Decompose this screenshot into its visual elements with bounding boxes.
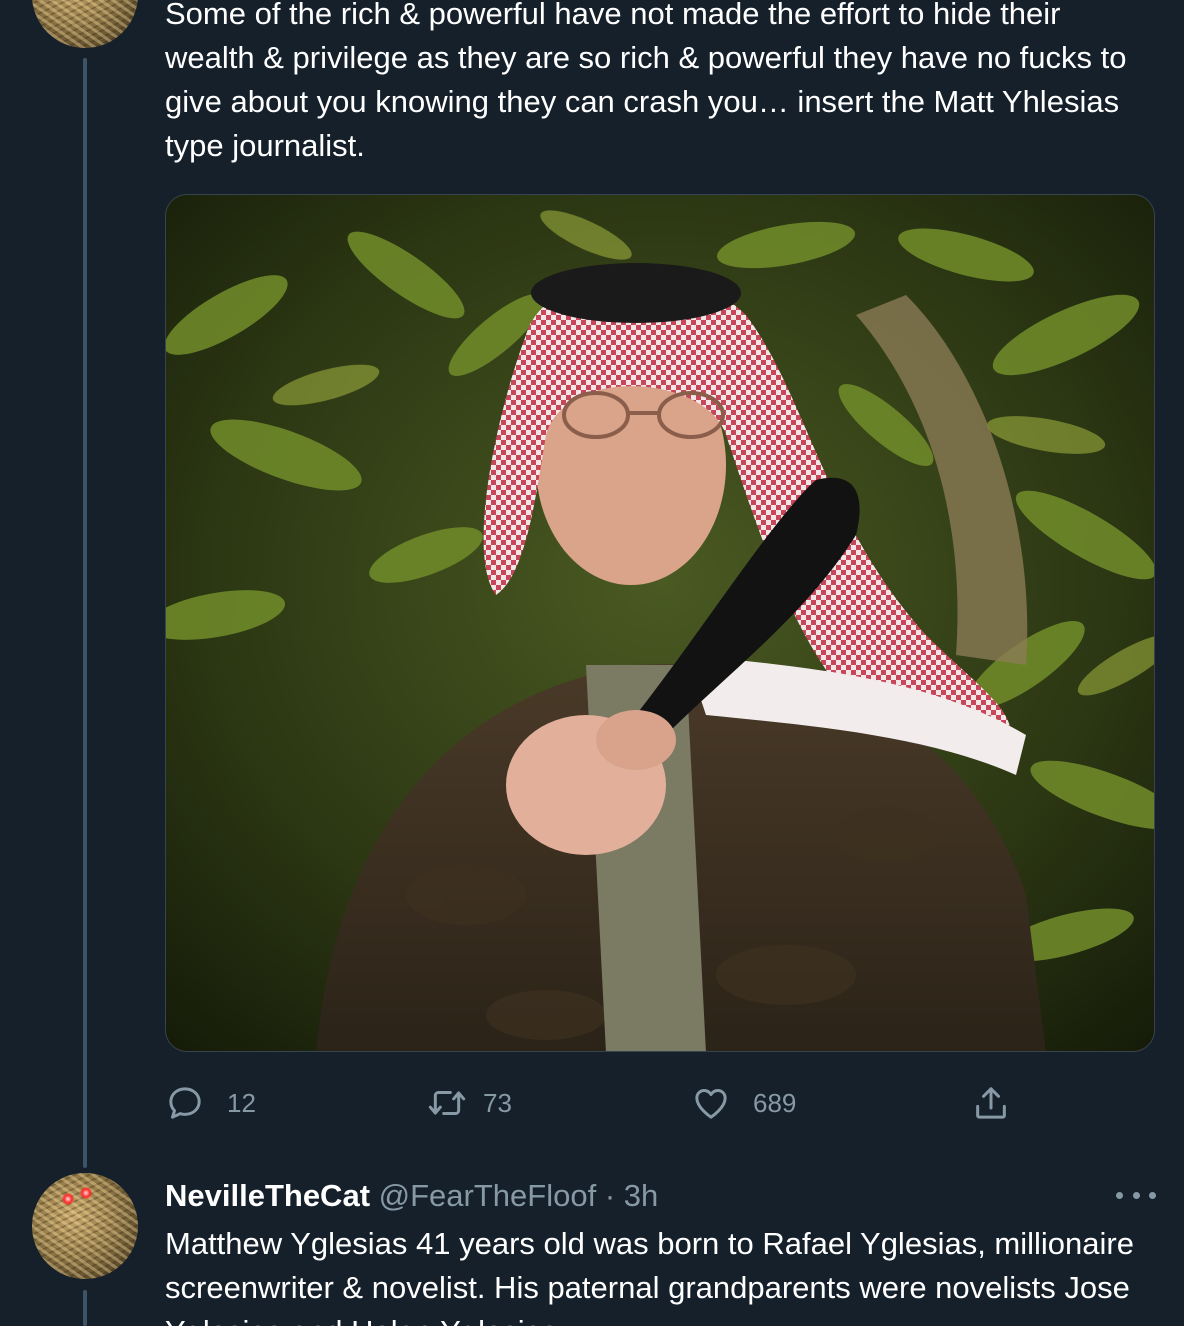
like-count: 689 <box>753 1087 797 1118</box>
tweet-photo[interactable] <box>165 194 1155 1052</box>
thread-line <box>83 58 87 1168</box>
avatar[interactable] <box>32 0 138 48</box>
retweet-icon <box>425 1083 469 1123</box>
display-name[interactable]: NevilleTheCat <box>165 1178 370 1213</box>
reply-count: 12 <box>227 1087 256 1118</box>
avatar[interactable] <box>32 1173 138 1279</box>
user-handle[interactable]: @FearTheFloof <box>379 1178 597 1213</box>
share-icon <box>971 1083 1011 1123</box>
tweet-actions: 12 73 689 <box>165 1080 1065 1126</box>
heart-icon <box>691 1083 731 1123</box>
timestamp[interactable]: 3h <box>624 1178 658 1213</box>
tweet-text: Some of the rich & powerful have not mad… <box>165 0 1127 163</box>
reply-button[interactable]: 12 <box>165 1080 256 1126</box>
timeline: Some of the rich & powerful have not mad… <box>0 0 1184 1326</box>
separator-dot: · <box>604 1178 616 1213</box>
tweet-header: NevilleTheCat @FearTheFloof · 3h <box>165 1174 658 1218</box>
tweet-text: Matthew Yglesias 41 years old was born t… <box>165 1226 1134 1326</box>
retweet-count: 73 <box>483 1087 512 1118</box>
like-button[interactable]: 689 <box>691 1080 796 1126</box>
more-icon[interactable] <box>1116 1180 1156 1210</box>
share-button[interactable] <box>971 1080 1011 1126</box>
thread-line <box>83 1290 87 1326</box>
photo-image <box>166 195 1154 1051</box>
retweet-button[interactable]: 73 <box>425 1080 512 1126</box>
reply-icon <box>165 1083 205 1123</box>
